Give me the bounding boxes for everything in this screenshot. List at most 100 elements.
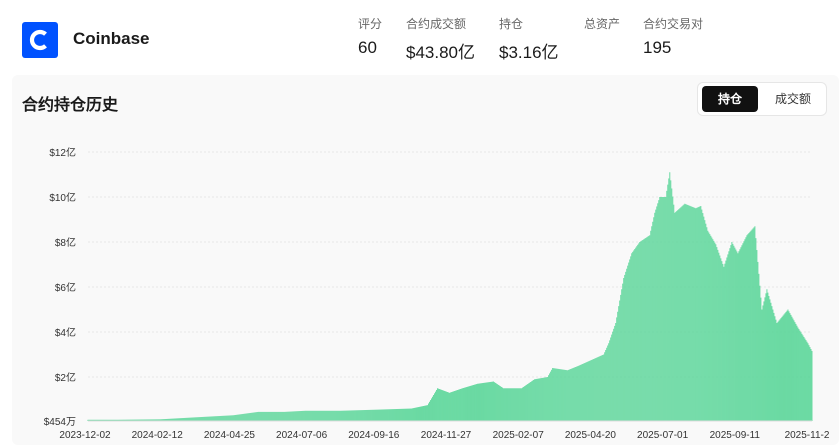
chart-bar[interactable] bbox=[372, 409, 374, 421]
chart-bar[interactable] bbox=[695, 208, 697, 421]
chart-bar[interactable] bbox=[736, 251, 738, 421]
chart-bar[interactable] bbox=[681, 206, 683, 421]
chart-bar[interactable] bbox=[469, 386, 470, 421]
chart-bar[interactable] bbox=[341, 410, 343, 421]
chart-bar[interactable] bbox=[530, 382, 532, 421]
chart-bar[interactable] bbox=[340, 410, 342, 421]
chart-bar[interactable] bbox=[453, 391, 454, 421]
chart-bar[interactable] bbox=[397, 408, 399, 421]
chart-bar[interactable] bbox=[647, 236, 649, 421]
chart-bar[interactable] bbox=[593, 359, 595, 421]
chart-bar[interactable] bbox=[705, 223, 707, 421]
chart-bar[interactable] bbox=[602, 354, 604, 421]
chart-bar[interactable] bbox=[284, 411, 286, 421]
chart-bar[interactable] bbox=[661, 197, 663, 421]
chart-bar[interactable] bbox=[488, 382, 490, 421]
chart-bar[interactable] bbox=[561, 369, 563, 421]
chart-bar[interactable] bbox=[787, 309, 789, 421]
chart-bar[interactable] bbox=[485, 382, 486, 421]
chart-bar[interactable] bbox=[750, 230, 752, 421]
chart-bar[interactable] bbox=[361, 410, 363, 421]
chart-bar[interactable] bbox=[333, 410, 335, 421]
chart-bar[interactable] bbox=[760, 297, 762, 421]
chart-bar[interactable] bbox=[727, 254, 729, 421]
chart-bar[interactable] bbox=[672, 196, 674, 421]
chart-bar[interactable] bbox=[566, 370, 568, 421]
chart-bar[interactable] bbox=[228, 415, 230, 421]
chart-bar[interactable] bbox=[592, 359, 594, 421]
chart-bar[interactable] bbox=[356, 410, 358, 421]
chart-bar[interactable] bbox=[358, 410, 360, 421]
chart-bar[interactable] bbox=[409, 408, 411, 421]
chart-bar[interactable] bbox=[493, 381, 495, 421]
chart-bar[interactable] bbox=[316, 410, 318, 421]
chart-bar[interactable] bbox=[763, 301, 765, 421]
chart-bar[interactable] bbox=[623, 278, 625, 421]
chart-bar[interactable] bbox=[490, 381, 492, 421]
chart-bar[interactable] bbox=[714, 242, 716, 421]
chart-bar[interactable] bbox=[465, 387, 466, 421]
chart-bar[interactable] bbox=[637, 244, 639, 421]
chart-bar[interactable] bbox=[348, 410, 350, 421]
chart-bar[interactable] bbox=[667, 184, 669, 421]
chart-bar[interactable] bbox=[329, 410, 331, 421]
chart-bar[interactable] bbox=[250, 412, 252, 421]
chart-bar[interactable] bbox=[458, 389, 459, 421]
chart-bar[interactable] bbox=[219, 415, 221, 421]
chart-bar[interactable] bbox=[421, 406, 422, 421]
chart-bar[interactable] bbox=[769, 299, 771, 421]
chart-bar[interactable] bbox=[575, 366, 577, 421]
chart-bar[interactable] bbox=[598, 356, 600, 421]
chart-bar[interactable] bbox=[434, 393, 435, 421]
chart-bar[interactable] bbox=[722, 263, 724, 421]
chart-bar[interactable] bbox=[511, 388, 513, 421]
chart-bar[interactable] bbox=[668, 178, 670, 421]
chart-bar[interactable] bbox=[416, 407, 417, 421]
chart-bar[interactable] bbox=[771, 306, 773, 421]
chart-bar[interactable] bbox=[402, 408, 404, 421]
chart-bar[interactable] bbox=[427, 405, 428, 421]
chart-bar[interactable] bbox=[552, 368, 554, 421]
chart-bar[interactable] bbox=[744, 239, 746, 421]
chart-bar[interactable] bbox=[726, 257, 728, 421]
chart-bar[interactable] bbox=[300, 410, 302, 421]
chart-bar[interactable] bbox=[350, 410, 352, 421]
chart-bar[interactable] bbox=[247, 413, 249, 421]
chart-bar[interactable] bbox=[645, 237, 647, 421]
chart-bar[interactable] bbox=[443, 390, 444, 421]
chart-bar[interactable] bbox=[749, 231, 751, 421]
chart-bar[interactable] bbox=[371, 409, 373, 421]
chart-bar[interactable] bbox=[405, 408, 407, 421]
chart-bar[interactable] bbox=[360, 410, 362, 421]
chart-bar[interactable] bbox=[689, 205, 691, 421]
chart-bar[interactable] bbox=[292, 411, 294, 421]
chart-bar[interactable] bbox=[696, 207, 698, 421]
chart-bar[interactable] bbox=[440, 389, 441, 421]
chart-bar[interactable] bbox=[480, 383, 481, 421]
chart-bar[interactable] bbox=[570, 369, 572, 421]
chart-bar[interactable] bbox=[494, 382, 496, 421]
chart-bar[interactable] bbox=[233, 415, 235, 421]
chart-bar[interactable] bbox=[641, 240, 643, 421]
chart-bar[interactable] bbox=[392, 409, 394, 421]
chart-bar[interactable] bbox=[713, 240, 715, 421]
chart-bar[interactable] bbox=[707, 230, 709, 421]
chart-bar[interactable] bbox=[796, 325, 798, 421]
chart-bar[interactable] bbox=[622, 283, 624, 421]
chart-bar[interactable] bbox=[445, 391, 446, 421]
chart-bar[interactable] bbox=[424, 405, 425, 421]
chart-bar[interactable] bbox=[792, 318, 794, 421]
chart-bar[interactable] bbox=[642, 239, 644, 421]
chart-bar[interactable] bbox=[216, 416, 218, 421]
chart-bar[interactable] bbox=[728, 251, 730, 421]
chart-bar[interactable] bbox=[386, 409, 388, 421]
chart-bar[interactable] bbox=[663, 197, 665, 421]
chart-bar[interactable] bbox=[352, 410, 354, 421]
chart-bar[interactable] bbox=[375, 409, 377, 421]
chart-bar[interactable] bbox=[398, 408, 400, 421]
chart-bar[interactable] bbox=[505, 388, 507, 421]
chart-bar[interactable] bbox=[217, 416, 219, 421]
chart-bar[interactable] bbox=[690, 206, 692, 421]
chart-bar[interactable] bbox=[374, 409, 376, 421]
chart-bar[interactable] bbox=[370, 409, 372, 421]
